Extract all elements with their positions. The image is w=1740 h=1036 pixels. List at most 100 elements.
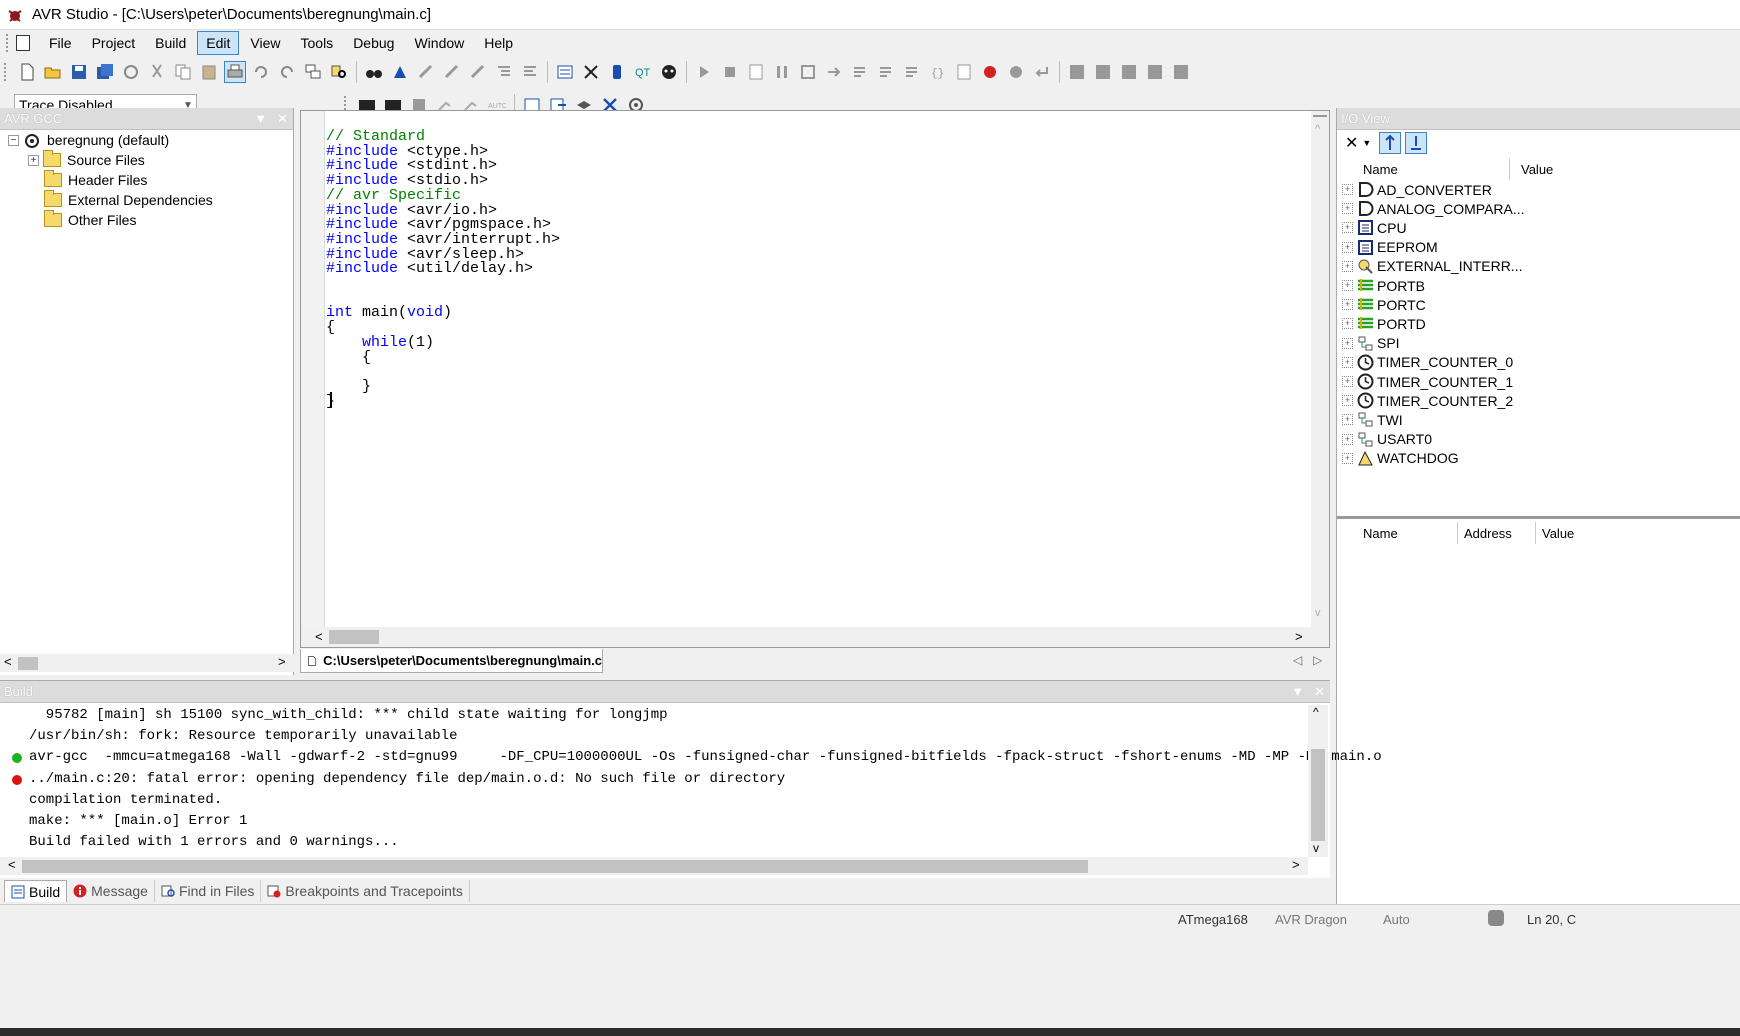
code-line[interactable]: #include <util/delay.h> <box>326 261 533 276</box>
collapse-icon[interactable]: − <box>8 134 19 146</box>
find-next-icon[interactable] <box>389 61 411 83</box>
save-all-icon[interactable] <box>94 61 116 83</box>
io-item[interactable]: + TIMER_COUNTER_0 <box>1342 353 1513 372</box>
io-item[interactable]: + TIMER_COUNTER_2 <box>1342 391 1513 410</box>
build-vscrollbar[interactable]: ^ v <box>1308 705 1328 857</box>
build-output-line[interactable]: compilation terminated. <box>29 792 222 808</box>
toolbar-grip[interactable] <box>4 63 8 81</box>
expand-icon[interactable]: + <box>28 154 39 166</box>
menu-debug[interactable]: Debug <box>344 31 403 55</box>
io-item[interactable]: + PORTD <box>1342 314 1426 333</box>
scroll-left-icon[interactable]: < <box>315 629 323 644</box>
io-detail-col-value[interactable]: Value <box>1542 526 1574 541</box>
io-item[interactable]: + AD_CONVERTER <box>1342 180 1492 199</box>
code-editor[interactable]: // Standard #include <ctype.h> #include <s… <box>300 110 1330 648</box>
scroll-up-icon[interactable]: ^ <box>1313 705 1319 719</box>
save-icon[interactable] <box>68 61 90 83</box>
expand-icon[interactable]: + <box>1342 414 1353 426</box>
editor-hscrollbar[interactable]: < > <box>301 627 1329 647</box>
scroll-right-icon[interactable]: > <box>278 654 286 669</box>
expand-icon[interactable]: + <box>1342 337 1353 349</box>
window-2-icon[interactable] <box>1092 61 1114 83</box>
build-output-line[interactable]: avr-gcc -mmcu=atmega168 -Wall -gdwarf-2 … <box>29 749 1382 765</box>
step-over-icon[interactable] <box>875 61 897 83</box>
scroll-down-icon[interactable]: v <box>1315 607 1321 619</box>
braces-icon[interactable]: {} <box>927 61 949 83</box>
editor-vscrollbar[interactable]: ^ v <box>1311 111 1329 627</box>
outdent-icon[interactable] <box>519 61 541 83</box>
scroll-thumb[interactable] <box>1311 749 1325 841</box>
close-icon[interactable]: ✕ <box>1314 684 1325 700</box>
clear-icon[interactable]: ✕ <box>1345 133 1358 153</box>
build-tool-icon[interactable] <box>580 61 602 83</box>
tab-build[interactable]: Build <box>4 880 68 902</box>
window-3-icon[interactable] <box>1118 61 1140 83</box>
print-icon[interactable] <box>224 61 246 83</box>
tree-item-header-files[interactable]: Header Files <box>44 170 147 190</box>
menu-file[interactable]: File <box>40 31 81 55</box>
io-item[interactable]: + SPI <box>1342 334 1400 353</box>
binoculars-icon[interactable] <box>363 61 385 83</box>
tree-item-other-files[interactable]: Other Files <box>44 210 136 230</box>
chevron-down-icon[interactable]: ▼ <box>1362 138 1371 148</box>
window-4-icon[interactable] <box>1144 61 1166 83</box>
listing-icon[interactable] <box>745 61 767 83</box>
build-output-line[interactable]: Build failed with 1 errors and 0 warning… <box>29 834 399 850</box>
io-col-name[interactable]: Name <box>1363 162 1398 177</box>
step-into-icon[interactable] <box>849 61 871 83</box>
reload-icon[interactable] <box>120 61 142 83</box>
menu-view[interactable]: View <box>241 31 289 55</box>
debug-face-icon[interactable] <box>658 61 680 83</box>
clear-breakpoints-icon[interactable] <box>1005 61 1027 83</box>
expand-icon[interactable]: + <box>1342 203 1353 215</box>
scroll-thumb[interactable] <box>18 657 38 670</box>
undo-icon[interactable] <box>250 61 272 83</box>
scroll-up-icon[interactable]: ^ <box>1315 123 1320 135</box>
io-item[interactable]: + USART0 <box>1342 430 1432 449</box>
io-item[interactable]: + EXTERNAL_INTERR... <box>1342 257 1522 276</box>
bookmark-next-icon[interactable] <box>441 61 463 83</box>
scroll-right-icon[interactable]: > <box>1292 857 1300 872</box>
pause-icon[interactable] <box>771 61 793 83</box>
io-col-value[interactable]: Value <box>1521 162 1553 177</box>
code-line[interactable]: int main(void) <box>326 305 452 320</box>
window-1-icon[interactable] <box>1066 61 1088 83</box>
panel-dropdown-icon[interactable]: ▼ <box>254 111 267 126</box>
scroll-thumb[interactable] <box>22 860 1088 873</box>
indent-icon[interactable] <box>493 61 515 83</box>
menu-project[interactable]: Project <box>83 31 145 55</box>
tab-message[interactable]: Message <box>67 880 155 902</box>
scroll-thumb[interactable] <box>329 630 379 644</box>
menu-window[interactable]: Window <box>405 31 473 55</box>
scroll-left-icon[interactable]: < <box>8 857 16 872</box>
step-icon[interactable] <box>823 61 845 83</box>
menu-build[interactable]: Build <box>146 31 195 55</box>
expand-icon[interactable]: + <box>1342 241 1353 253</box>
io-detail-col-name[interactable]: Name <box>1363 526 1398 541</box>
build-hscrollbar[interactable]: < > <box>0 857 1308 875</box>
expand-icon[interactable]: + <box>1342 433 1353 445</box>
expand-icon[interactable]: + <box>1342 299 1353 311</box>
io-item[interactable]: + EEPROM <box>1342 238 1438 257</box>
menu-tools[interactable]: Tools <box>292 31 343 55</box>
io-item[interactable]: + WATCHDOG <box>1342 449 1459 468</box>
menu-help[interactable]: Help <box>475 31 522 55</box>
build-output-line[interactable]: 95782 [main] sh 15100 sync_with_child: *… <box>29 707 668 723</box>
qt-icon[interactable]: QT <box>632 61 654 83</box>
expand-icon[interactable]: + <box>1342 184 1353 195</box>
filter-icon[interactable] <box>1379 132 1402 154</box>
close-icon[interactable]: ✕ <box>277 111 288 127</box>
window-5-icon[interactable] <box>1170 61 1192 83</box>
tab-breakpoints[interactable]: Breakpoints and Tracepoints <box>261 880 470 902</box>
document-icon[interactable] <box>16 35 30 51</box>
editor-tab-main-c[interactable]: C:\Users\peter\Documents\beregnung\main.… <box>300 649 603 673</box>
tab-next-icon[interactable]: ▷ <box>1313 653 1322 667</box>
expand-icon[interactable]: + <box>1342 452 1353 464</box>
scroll-left-icon[interactable]: < <box>4 654 12 669</box>
io-item[interactable]: + TWI <box>1342 410 1403 429</box>
new-file-icon[interactable] <box>16 61 38 83</box>
expand-icon[interactable]: + <box>1342 376 1353 387</box>
expand-icon[interactable]: + <box>1342 280 1353 291</box>
build-output-line[interactable]: /usr/bin/sh: fork: Resource temporarily … <box>29 728 457 744</box>
io-item[interactable]: + PORTB <box>1342 276 1425 295</box>
